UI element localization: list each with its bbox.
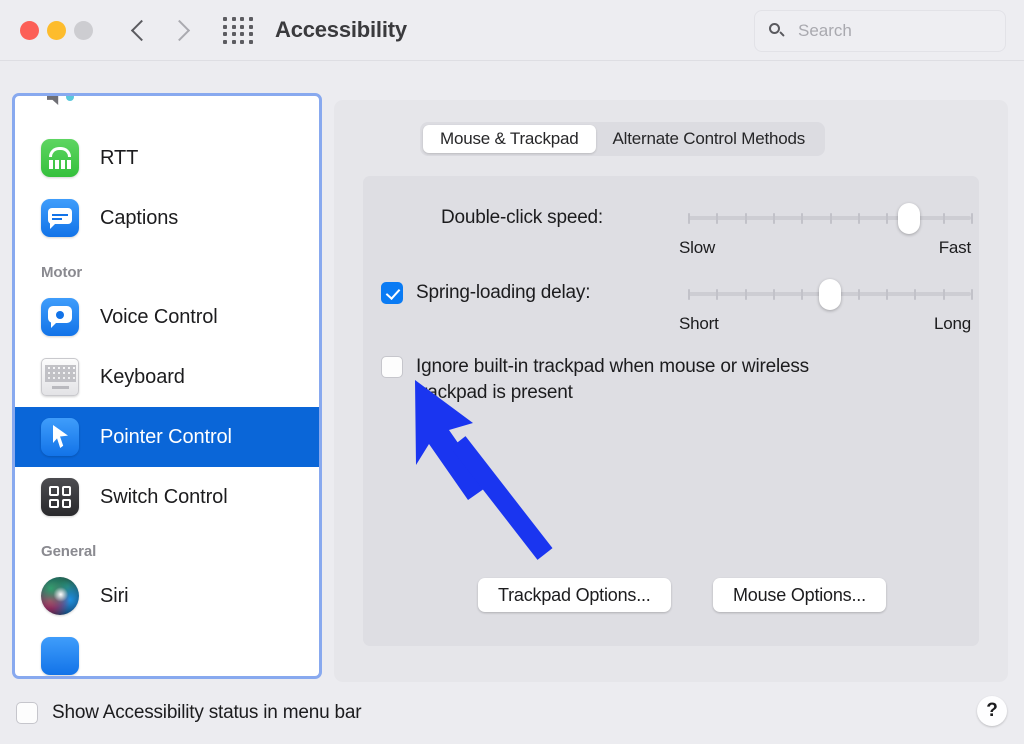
annotation-arrow-icon — [415, 380, 553, 560]
spring-loading-max-label: Long — [933, 314, 971, 333]
sidebar-scroll-content: RTT Captions Motor Voice Control Keyboar… — [15, 96, 319, 676]
sidebar-item-audio[interactable] — [15, 96, 319, 128]
sidebar-item-switch-control[interactable]: Switch Control — [15, 467, 319, 527]
switch-control-icon — [41, 478, 79, 516]
captions-icon — [41, 199, 79, 237]
rtt-icon — [41, 139, 79, 177]
double-click-speed-row: Double-click speed: — [441, 207, 603, 229]
sidebar-item-label: Keyboard — [100, 365, 185, 388]
sidebar-item-label: Voice Control — [100, 305, 218, 328]
sidebar-item-label: RTT — [100, 146, 139, 169]
mouse-options-button[interactable]: Mouse Options... — [713, 578, 886, 612]
sidebar-item-label: Siri — [100, 584, 129, 607]
sidebar-item-siri[interactable]: Siri — [15, 566, 319, 626]
search-icon — [769, 22, 786, 40]
spring-loading-label: Spring-loading delay: — [416, 282, 591, 303]
close-button[interactable] — [20, 20, 39, 40]
title-bar: Accessibility — [0, 0, 1024, 61]
siri-icon — [41, 577, 79, 615]
sidebar-item-keyboard[interactable]: Keyboard — [15, 347, 319, 407]
slider-thumb[interactable] — [897, 203, 920, 234]
double-click-speed-label: Double-click speed: — [441, 207, 604, 228]
back-chevron-icon[interactable] — [129, 15, 151, 45]
sidebar-item-captions[interactable]: Captions — [15, 188, 319, 248]
minimize-button[interactable] — [47, 20, 66, 40]
spring-loading-row: Spring-loading delay: — [381, 282, 591, 304]
traffic-lights — [20, 20, 93, 40]
search-field[interactable] — [754, 10, 1006, 52]
voice-control-icon — [41, 298, 79, 336]
sidebar-section-motor: Motor — [41, 264, 83, 281]
zoom-button[interactable] — [74, 20, 93, 40]
sidebar-item-voice-control[interactable]: Voice Control — [15, 287, 319, 347]
sidebar[interactable]: RTT Captions Motor Voice Control Keyboar… — [12, 93, 322, 679]
page-title: Accessibility — [275, 17, 407, 42]
sidebar-item-label: Switch Control — [100, 485, 228, 508]
sidebar-item-pointer-control[interactable]: Pointer Control — [15, 407, 319, 467]
sidebar-item-label: Captions — [100, 206, 179, 229]
sidebar-item-descriptions[interactable] — [15, 626, 319, 676]
tab-mouse-trackpad[interactable]: Mouse & Trackpad — [423, 125, 596, 153]
pointer-control-icon — [41, 418, 79, 456]
help-button[interactable]: ? — [977, 696, 1007, 726]
slider-ticks — [688, 213, 973, 224]
spring-loading-min-label: Short — [679, 314, 719, 333]
tab-alternate-control-methods[interactable]: Alternate Control Methods — [596, 125, 823, 153]
sidebar-item-label: Pointer Control — [100, 425, 232, 448]
sidebar-item-rtt[interactable]: RTT — [15, 128, 319, 188]
navigation-buttons — [129, 15, 191, 45]
forward-chevron-icon[interactable] — [169, 15, 191, 45]
spring-loading-checkbox[interactable] — [381, 282, 403, 304]
spring-loading-slider[interactable] — [688, 279, 973, 310]
descriptions-icon — [41, 637, 79, 675]
keyboard-icon — [41, 358, 79, 396]
show-status-label: Show Accessibility status in menu bar — [52, 702, 362, 723]
double-click-speed-slider[interactable] — [688, 203, 973, 234]
show-all-grid-icon[interactable] — [223, 15, 255, 45]
footer-bar: Show Accessibility status in menu bar ? — [0, 682, 1024, 744]
double-click-min-label: Slow — [679, 238, 716, 257]
show-status-checkbox[interactable] — [16, 702, 38, 724]
sidebar-section-general: General — [41, 543, 97, 560]
audio-icon — [41, 96, 79, 117]
search-input[interactable] — [796, 20, 990, 42]
slider-thumb[interactable] — [818, 279, 841, 310]
double-click-max-label: Fast — [938, 238, 971, 257]
tab-bar: Mouse & Trackpad Alternate Control Metho… — [420, 122, 826, 156]
trackpad-options-button[interactable]: Trackpad Options... — [478, 578, 671, 612]
